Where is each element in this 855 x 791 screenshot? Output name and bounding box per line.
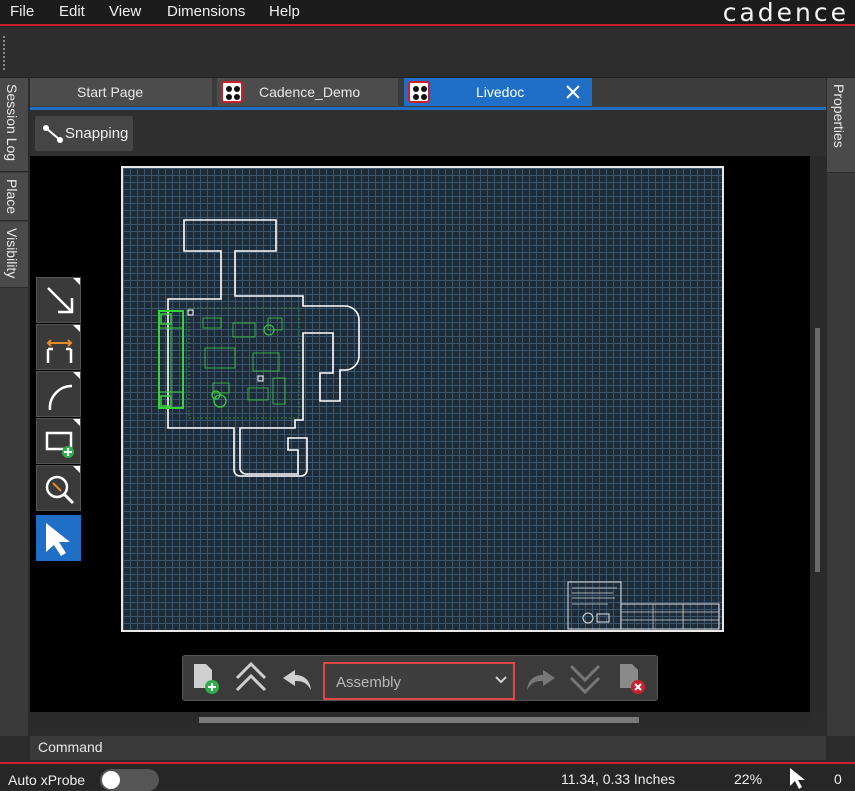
sheet-navigation-toolbar: Assembly bbox=[182, 655, 658, 701]
board-outline bbox=[167, 219, 360, 477]
title-block-table bbox=[620, 603, 720, 630]
side-tab-session-log[interactable]: Session Log bbox=[0, 78, 28, 172]
toolbar-strip bbox=[0, 28, 855, 78]
add-sheet-button[interactable] bbox=[185, 658, 227, 698]
board-icon bbox=[221, 81, 243, 103]
undo-icon bbox=[283, 670, 311, 690]
side-tab-properties[interactable]: Properties bbox=[827, 78, 855, 173]
toolbar-grip[interactable] bbox=[3, 36, 5, 70]
left-side-panel: Session Log Place Visibility bbox=[0, 78, 28, 736]
pad-highlight bbox=[160, 395, 172, 407]
horizontal-scroll-thumb[interactable] bbox=[199, 717, 639, 723]
cursor-coordinates: 11.34, 0.33 Inches bbox=[561, 771, 676, 787]
vertical-scroll-thumb[interactable] bbox=[815, 328, 820, 572]
line-tool-button[interactable] bbox=[36, 277, 81, 323]
connector-lines bbox=[159, 324, 183, 396]
title-block bbox=[567, 581, 622, 630]
select-tool-button[interactable] bbox=[36, 515, 81, 561]
vertical-scrollbar[interactable] bbox=[810, 156, 826, 712]
side-tab-visibility-label: Visibility bbox=[4, 228, 20, 279]
board-drawing bbox=[158, 219, 720, 630]
tab-start-page-label: Start Page bbox=[77, 84, 144, 100]
cursor-arrow-icon bbox=[790, 768, 805, 789]
tab-livedoc-label: Livedoc bbox=[476, 84, 525, 100]
double-chevron-up-icon bbox=[235, 661, 267, 692]
drawing-sheet[interactable] bbox=[121, 166, 724, 632]
side-tab-place-label: Place bbox=[4, 179, 20, 215]
tab-start-page[interactable]: Start Page bbox=[30, 78, 212, 106]
last-sheet-button[interactable] bbox=[565, 658, 607, 698]
side-tab-place[interactable]: Place bbox=[0, 173, 28, 221]
menu-edit[interactable]: Edit bbox=[59, 3, 85, 20]
snapping-button[interactable]: Snapping bbox=[35, 116, 133, 151]
tab-livedoc[interactable]: Livedoc bbox=[404, 78, 592, 106]
chevron-down-icon bbox=[495, 676, 507, 684]
side-tab-session-log-label: Session Log bbox=[4, 84, 20, 162]
submenu-indicator bbox=[73, 278, 80, 285]
snapping-icon bbox=[43, 125, 63, 143]
command-panel[interactable]: Command bbox=[30, 736, 826, 760]
side-tab-properties-label: Properties bbox=[831, 84, 847, 148]
projection-symbol bbox=[582, 612, 594, 624]
dimension-tool-button[interactable] bbox=[36, 324, 81, 370]
zoom-level: 22% bbox=[734, 771, 763, 787]
document-tab-bar: Start Page Cadence_Demo Livedoc bbox=[30, 78, 826, 108]
delete-sheet-button[interactable] bbox=[611, 658, 653, 698]
snapping-label: Snapping bbox=[65, 125, 129, 142]
toggle-knob bbox=[102, 771, 120, 789]
submenu-indicator bbox=[73, 466, 80, 473]
add-view-tool-button[interactable] bbox=[36, 418, 81, 464]
cursor-arrow-icon bbox=[46, 523, 70, 556]
status-bar: Auto xProbe 11.34, 0.33 Inches 22% 0 bbox=[0, 762, 855, 791]
menu-file[interactable]: File bbox=[10, 3, 34, 20]
command-label: Command bbox=[38, 739, 103, 755]
side-tab-visibility[interactable]: Visibility bbox=[0, 222, 28, 288]
add-sheet-icon bbox=[194, 664, 219, 694]
arc-tool-button[interactable] bbox=[36, 371, 81, 417]
menu-dimensions[interactable]: Dimensions bbox=[167, 3, 245, 20]
submenu-indicator bbox=[73, 419, 80, 426]
menu-bar: File Edit View Dimensions Help cadence bbox=[0, 0, 855, 27]
redo-button[interactable] bbox=[519, 658, 561, 698]
view-toolbar: Snapping bbox=[30, 110, 826, 156]
layer-dropdown-value: Assembly bbox=[336, 674, 402, 691]
close-icon[interactable] bbox=[566, 85, 580, 99]
title-block-lines bbox=[572, 587, 719, 629]
auto-xprobe-toggle[interactable] bbox=[100, 769, 159, 791]
tab-cadence-demo[interactable]: Cadence_Demo bbox=[217, 78, 398, 106]
selection-count: 0 bbox=[834, 771, 842, 787]
cadence-logo: cadence bbox=[722, 0, 849, 27]
layer-dropdown[interactable]: Assembly bbox=[323, 662, 515, 700]
mounting-hole bbox=[257, 375, 264, 382]
first-sheet-button[interactable] bbox=[231, 658, 273, 698]
right-side-panel: Properties bbox=[827, 78, 855, 736]
tab-cadence-demo-label: Cadence_Demo bbox=[259, 84, 361, 100]
component-area bbox=[188, 307, 300, 419]
delete-sheet-icon bbox=[620, 664, 645, 694]
horizontal-scrollbar[interactable] bbox=[30, 712, 810, 726]
double-chevron-down-icon bbox=[569, 664, 601, 695]
pad-highlight bbox=[160, 313, 172, 325]
menu-view[interactable]: View bbox=[109, 3, 141, 20]
submenu-indicator bbox=[73, 372, 80, 379]
submenu-indicator bbox=[73, 325, 80, 332]
drawing-canvas[interactable] bbox=[30, 156, 810, 712]
board-icon bbox=[408, 81, 430, 103]
redo-icon bbox=[527, 670, 555, 690]
projection-symbol bbox=[596, 613, 610, 623]
undo-button[interactable] bbox=[277, 658, 319, 698]
auto-xprobe-label: Auto xProbe bbox=[8, 772, 86, 788]
menu-help[interactable]: Help bbox=[269, 3, 300, 20]
zoom-tool-button[interactable] bbox=[36, 465, 81, 511]
